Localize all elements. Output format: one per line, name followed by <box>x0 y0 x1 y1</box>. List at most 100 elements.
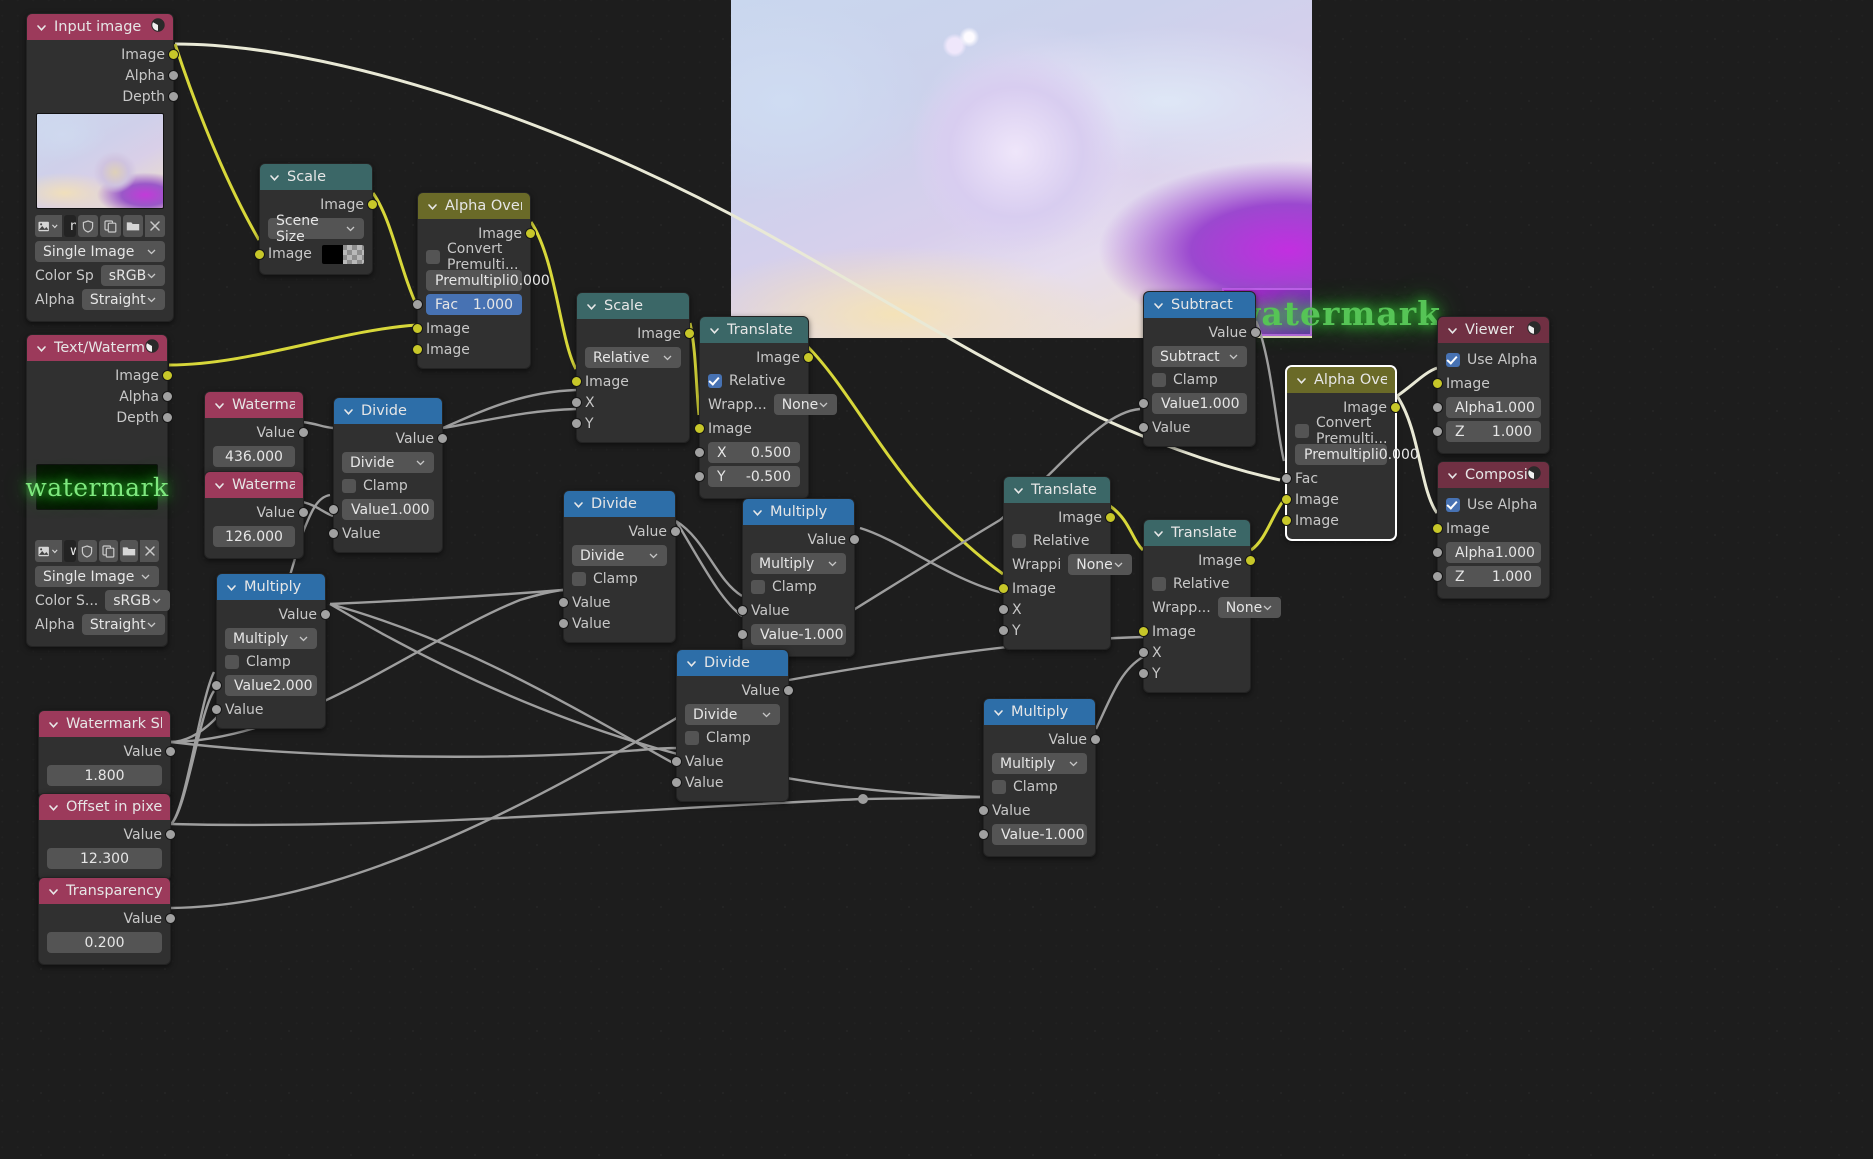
output-socket-image[interactable] <box>525 228 536 239</box>
node-header[interactable]: Multiply <box>743 499 854 525</box>
y-field[interactable]: Y -0.500 <box>694 466 800 487</box>
socket-row-value-out[interactable]: Value <box>743 529 860 550</box>
colorspace-row[interactable]: Color Sp sRGB <box>35 265 166 286</box>
node-header[interactable]: Translate <box>1004 477 1110 503</box>
use-alpha-checkbox[interactable]: Use Alpha <box>1446 495 1541 515</box>
checkbox-box[interactable] <box>1012 534 1026 548</box>
socket-row-value-in-2[interactable]: Value <box>671 772 788 793</box>
node-transparency[interactable]: Transparency Value 0.200 <box>38 877 176 965</box>
node-alpha-over-2[interactable]: Alpha Over Image Convert Premulti... Pre… <box>1281 366 1419 540</box>
chevron-down-icon[interactable] <box>1012 484 1025 497</box>
node-header[interactable]: Divide <box>564 491 675 517</box>
socket-row-value-out[interactable]: Value <box>217 604 331 625</box>
chevron-down-icon[interactable] <box>35 21 48 34</box>
socket-row-image-in-2[interactable]: Image <box>1281 510 1395 531</box>
input-socket-value-2[interactable] <box>211 704 222 715</box>
output-socket-image[interactable] <box>684 328 695 339</box>
input-socket-fac[interactable] <box>412 299 423 310</box>
input-socket-image[interactable] <box>998 583 1009 594</box>
value-field-1[interactable]: Value 2.000 <box>211 675 317 696</box>
operation-dropdown[interactable]: Divide <box>572 545 667 566</box>
node-header[interactable]: Translate <box>700 317 808 343</box>
input-socket-image-2[interactable] <box>412 344 423 355</box>
node-subtract[interactable]: Subtract Value Subtract Clamp Value 1.00… <box>1138 291 1261 447</box>
socket-row-image-out[interactable]: Image <box>700 347 814 368</box>
socket-row-depth[interactable]: Depth <box>27 407 173 428</box>
node-translate-3[interactable]: Translate Image Relative Wrapp... None I… <box>1138 519 1282 693</box>
node-header[interactable]: Watermark Y <box>205 472 303 498</box>
socket-row-value-in-1[interactable]: Value <box>671 751 788 772</box>
checkbox-box[interactable] <box>225 655 239 669</box>
chevron-down-icon[interactable] <box>1152 299 1165 312</box>
operation-dropdown[interactable]: Multiply <box>751 553 846 574</box>
node-header[interactable]: Composite <box>1438 462 1549 488</box>
wrapping-row[interactable]: Wrapp... None <box>708 394 838 415</box>
colorspace-row[interactable]: Color S... sRGB <box>35 590 170 611</box>
output-socket-value[interactable] <box>298 427 309 438</box>
clamp-checkbox[interactable]: Clamp <box>572 569 667 589</box>
chevron-down-icon[interactable] <box>751 506 764 519</box>
input-socket-value-1[interactable] <box>1138 398 1149 409</box>
socket-row-image[interactable]: Image <box>27 365 173 386</box>
close-icon[interactable] <box>140 540 159 562</box>
socket-row-value[interactable]: Value <box>39 908 176 929</box>
output-socket-depth[interactable] <box>168 91 179 102</box>
socket-row-image-out[interactable]: Image <box>260 194 378 215</box>
close-icon[interactable] <box>144 215 165 237</box>
colorspace-dropdown[interactable]: sRGB <box>105 590 170 611</box>
duplicate-icon[interactable] <box>100 215 121 237</box>
chevron-down-icon[interactable] <box>225 581 238 594</box>
input-socket-value-2[interactable] <box>328 528 339 539</box>
chevron-down-icon[interactable] <box>992 706 1005 719</box>
image-name-field[interactable]: wat... <box>64 540 76 562</box>
input-socket-image-2[interactable] <box>1281 515 1292 526</box>
socket-row-value-out[interactable]: Value <box>564 521 681 542</box>
output-socket-value[interactable] <box>849 534 860 545</box>
output-socket-image[interactable] <box>1105 512 1116 523</box>
chevron-down-icon[interactable] <box>1446 324 1459 337</box>
relative-checkbox[interactable]: Relative <box>708 371 800 391</box>
output-socket-alpha[interactable] <box>168 70 179 81</box>
socket-row-image-in-2[interactable]: Image <box>412 339 530 360</box>
value-field[interactable]: 12.300 <box>47 848 162 869</box>
alpha-mode-dropdown[interactable]: Straight <box>81 614 165 635</box>
input-socket-fac[interactable] <box>1281 473 1292 484</box>
input-socket-image[interactable] <box>1138 626 1149 637</box>
z-field[interactable]: Z 1.000 <box>1432 566 1541 587</box>
chevron-down-icon[interactable] <box>585 300 598 313</box>
x-field[interactable]: X 0.500 <box>694 442 800 463</box>
checkbox-box[interactable] <box>342 479 356 493</box>
output-socket-image[interactable] <box>168 49 179 60</box>
chevron-down-icon[interactable] <box>572 498 585 511</box>
output-socket-value[interactable] <box>670 526 681 537</box>
image-browse-button[interactable] <box>35 215 62 237</box>
output-socket-alpha[interactable] <box>162 391 173 402</box>
node-header[interactable]: Alpha Over <box>418 193 530 219</box>
socket-row-value-in-1[interactable]: Value <box>558 592 675 613</box>
node-multiply-1[interactable]: Multiply Value Multiply Clamp Value 2.00… <box>211 573 331 729</box>
input-socket-image[interactable] <box>571 376 582 387</box>
input-socket-value-2[interactable] <box>978 829 989 840</box>
colorspace-dropdown[interactable]: sRGB <box>100 265 166 286</box>
socket-row-y[interactable]: Y <box>571 413 689 434</box>
clamp-checkbox[interactable]: Clamp <box>1152 370 1247 390</box>
socket-row-x[interactable]: X <box>998 599 1110 620</box>
socket-row-image-out[interactable]: Image <box>577 323 695 344</box>
node-header[interactable]: Watermark X <box>205 392 303 418</box>
clamp-checkbox[interactable]: Clamp <box>342 476 434 496</box>
node-offset-in-pixels[interactable]: Offset in pixels Value 12.300 <box>38 793 176 881</box>
chevron-down-icon[interactable] <box>47 801 60 814</box>
socket-row-depth[interactable]: Depth <box>27 86 179 107</box>
chevron-down-icon[interactable] <box>1152 527 1165 540</box>
output-socket-value[interactable] <box>165 746 176 757</box>
input-socket-value-1[interactable] <box>558 597 569 608</box>
output-socket-value[interactable] <box>783 685 794 696</box>
input-socket-value-1[interactable] <box>737 605 748 616</box>
socket-row-image-out[interactable]: Image <box>1144 550 1256 571</box>
socket-row-alpha[interactable]: Alpha <box>27 386 173 407</box>
value-field-2[interactable]: Value -1.000 <box>978 824 1087 845</box>
input-socket-value-1[interactable] <box>978 805 989 816</box>
checkbox-box[interactable] <box>1152 577 1166 591</box>
socket-row-image-in[interactable]: Image <box>571 371 689 392</box>
input-socket-image[interactable] <box>254 249 265 260</box>
